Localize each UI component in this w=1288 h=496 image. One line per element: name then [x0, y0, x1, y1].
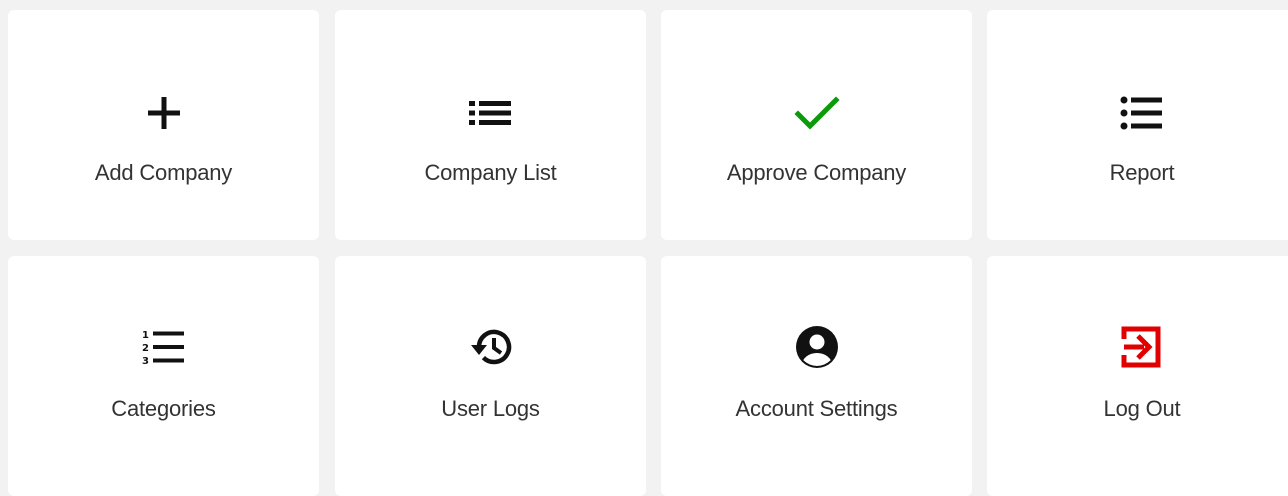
user-logs-tile[interactable]: User Logs: [335, 256, 646, 496]
check-icon: [661, 89, 972, 137]
company-list-tile[interactable]: Company List: [335, 10, 646, 240]
list-bullet-icon: [987, 89, 1288, 137]
svg-text:1: 1: [142, 330, 149, 341]
list-icon: [335, 89, 646, 137]
add-company-tile[interactable]: Add Company: [8, 10, 319, 240]
history-icon: [335, 323, 646, 371]
log-out-label: Log Out: [1103, 396, 1181, 421]
company-list-label: Company List: [424, 160, 557, 185]
user-logs-label: User Logs: [441, 396, 540, 421]
add-company-label: Add Company: [94, 160, 233, 185]
report-tile[interactable]: Report: [987, 10, 1288, 240]
categories-tile[interactable]: 1 2 3 Categories: [8, 256, 319, 496]
account-settings-label: Account Settings: [735, 396, 898, 421]
logout-icon: [987, 323, 1288, 371]
numbered-list-icon: 1 2 3: [8, 323, 319, 371]
account-settings-tile[interactable]: Account Settings: [661, 256, 972, 496]
svg-text:2: 2: [142, 343, 149, 354]
approve-company-tile[interactable]: Approve Company: [661, 10, 972, 240]
log-out-tile[interactable]: Log Out: [987, 256, 1288, 496]
report-label: Report: [1109, 160, 1175, 185]
dashboard-grid: Add Company Company List Approve Company: [0, 0, 1288, 496]
plus-icon: [8, 89, 319, 137]
svg-text:3: 3: [142, 356, 149, 367]
account-circle-icon: [661, 323, 972, 371]
approve-company-label: Approve Company: [726, 160, 907, 185]
categories-label: Categories: [111, 396, 216, 421]
